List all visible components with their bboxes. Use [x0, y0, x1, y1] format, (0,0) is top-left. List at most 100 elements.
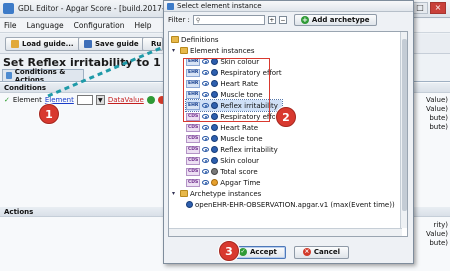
dialog-buttons: ✓ Accept × Cancel [164, 241, 415, 263]
cds-badge: CDS [186, 134, 201, 143]
check-icon[interactable]: ✓ [4, 96, 10, 104]
filter-bar: Filter : ⚲ + − + Add archetype [164, 12, 413, 28]
expand-icon[interactable]: ▾ [172, 47, 178, 54]
element-icon [211, 80, 219, 87]
folder-icon [171, 36, 179, 43]
dialog-title: Select element instance [177, 2, 262, 10]
element-icon [211, 124, 219, 131]
save-guide-button[interactable]: Save guide [78, 37, 145, 51]
tree-element-instances[interactable]: ▾ Element instances [172, 45, 255, 56]
eye-icon [202, 103, 210, 108]
eye-icon [202, 59, 210, 64]
right-text: bute) [429, 239, 448, 247]
right-text: Value) [426, 230, 448, 238]
element-icon [211, 157, 219, 164]
tree-root[interactable]: Definitions [171, 34, 219, 45]
filter-label: Filter : [168, 16, 190, 24]
operator-select[interactable] [76, 95, 93, 105]
menu-configuration[interactable]: Configuration [74, 21, 125, 30]
close-icon: × [302, 248, 311, 256]
cds-badge: CDS [186, 167, 201, 176]
datavalue-link[interactable]: DataValue [108, 96, 144, 104]
app-icon [3, 3, 14, 14]
expand-all-icon[interactable]: + [267, 16, 276, 24]
condition-prefix: Element [12, 96, 42, 104]
cds-badge: CDS [186, 178, 201, 187]
menu-file[interactable]: File [4, 21, 17, 30]
callout-3: 3 [219, 241, 239, 261]
cancel-button[interactable]: × Cancel [293, 245, 349, 259]
search-icon: ⚲ [195, 16, 201, 24]
horizontal-scrollbar[interactable] [169, 228, 402, 236]
eye-icon [202, 158, 210, 163]
tree-archetype-instances[interactable]: ▾ Archetype instances [172, 188, 261, 199]
tree-item-cds[interactable]: CDS Skin colour [186, 155, 259, 166]
tree-item-ehr-selected[interactable]: EHR Reflex irritability [185, 99, 283, 112]
vertical-scrollbar[interactable] [400, 32, 407, 228]
element-link[interactable]: Element [45, 96, 74, 104]
element-tree: Definitions ▾ Element instances EHR Skin… [168, 31, 408, 237]
folder-icon [11, 40, 19, 48]
archetype-icon [186, 201, 193, 208]
scroll-thumb[interactable] [402, 39, 407, 211]
load-guide-button[interactable]: Load guide... [5, 37, 80, 51]
tree-item-ehr[interactable]: EHR Heart Rate [186, 78, 258, 89]
add-archetype-button[interactable]: + Add archetype [293, 14, 377, 26]
ehr-badge: EHR [186, 79, 201, 88]
right-text: bute) [429, 123, 448, 131]
eye-icon [202, 180, 210, 185]
tree-item-cds[interactable]: CDS Apgar Time [186, 177, 260, 188]
eye-icon [202, 70, 210, 75]
menu-language[interactable]: Language [27, 21, 64, 30]
select-element-dialog: Select element instance Filter : ⚲ + − +… [163, 0, 414, 264]
run-button[interactable]: Ru [142, 37, 163, 51]
confirm-icon[interactable] [146, 96, 155, 104]
ehr-badge: EHR [186, 90, 201, 99]
collapse-all-icon[interactable]: − [278, 16, 287, 24]
callout-2: 2 [276, 107, 296, 127]
ehr-badge: EHR [186, 68, 201, 77]
tree-archetype-item[interactable]: openEHR-EHR-OBSERVATION.apgar.v1 (max(Ev… [186, 199, 395, 210]
folder-icon [180, 47, 188, 54]
tree-item-cds[interactable]: CDS Muscle tone [186, 133, 263, 144]
close-icon[interactable]: × [430, 2, 446, 14]
check-icon: ✓ [239, 248, 248, 256]
filter-input[interactable]: ⚲ [192, 15, 265, 25]
eye-icon [202, 136, 210, 141]
right-text: Value) [426, 96, 448, 104]
maximize-icon[interactable]: □ [412, 2, 428, 14]
tree-item-cds[interactable]: CDS Respiratory effort [186, 111, 282, 122]
element-icon [211, 135, 219, 142]
cds-badge: CDS [186, 156, 201, 165]
cds-badge: CDS [186, 112, 201, 121]
eye-icon [202, 147, 210, 152]
tree-item-ehr[interactable]: EHR Skin colour [186, 56, 259, 67]
tree-item-cds[interactable]: CDS Heart Rate [186, 122, 258, 133]
element-icon [211, 69, 219, 76]
ehr-badge: EHR [186, 57, 201, 66]
folder-icon [180, 190, 188, 197]
expand-icon[interactable]: ▾ [172, 190, 178, 197]
chevron-down-icon[interactable]: ▼ [95, 95, 105, 105]
tree-item-ehr[interactable]: EHR Muscle tone [186, 89, 263, 100]
right-text: Value) [426, 105, 448, 113]
eye-icon [202, 125, 210, 130]
element-icon [211, 91, 219, 98]
element-icon [211, 102, 219, 109]
element-icon [211, 168, 219, 175]
tree-item-cds[interactable]: CDS Total score [186, 166, 258, 177]
element-icon [211, 113, 219, 120]
element-icon [211, 58, 219, 65]
callout-1: 1 [39, 104, 59, 124]
right-text: bute) [429, 114, 448, 122]
eye-icon [202, 92, 210, 97]
dialog-icon [167, 2, 174, 10]
tab-conditions-actions[interactable]: Conditions & Actions [2, 68, 84, 84]
eye-icon [202, 169, 210, 174]
clock-icon [211, 179, 219, 186]
cds-badge: CDS [186, 123, 201, 132]
tree-item-cds[interactable]: CDS Reflex irritability [186, 144, 278, 155]
menu-help[interactable]: Help [134, 21, 151, 30]
cds-badge: CDS [186, 145, 201, 154]
tree-item-ehr[interactable]: EHR Respiratory effort [186, 67, 282, 78]
